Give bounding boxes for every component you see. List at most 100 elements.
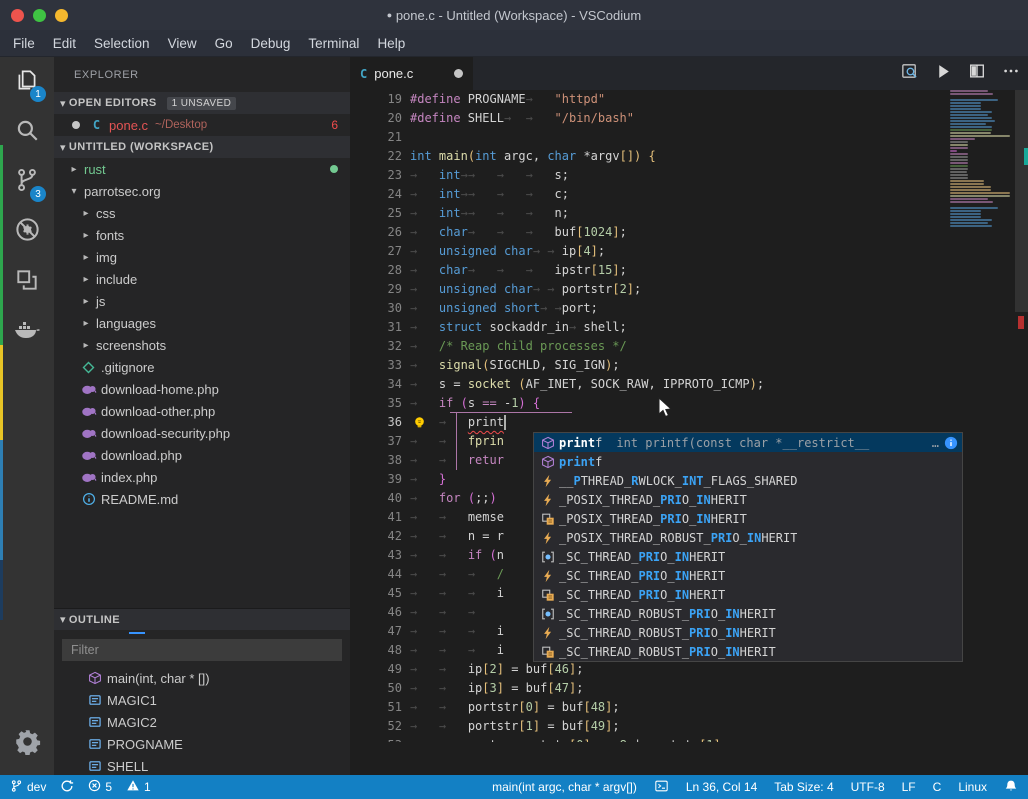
activity-search-button[interactable] [0, 107, 54, 157]
suggestion-item[interactable]: _POSIX_THREAD_ROBUST_PRIO_INHERIT [534, 528, 962, 547]
line-number[interactable]: 48 [350, 641, 402, 660]
suggestion-item[interactable]: _POSIX_THREAD_PRIO_INHERIT [534, 490, 962, 509]
lightbulb-icon[interactable] [412, 415, 427, 433]
tree-item-fonts[interactable]: ▸ fonts [54, 224, 350, 246]
line-number[interactable]: 36 [350, 413, 402, 432]
code-line[interactable]: 21 [350, 128, 1028, 147]
tree-item-download-php[interactable]: download.php [54, 444, 350, 466]
outline-item-magic2[interactable]: MAGIC2 [54, 711, 350, 733]
outline-filter-input[interactable] [62, 639, 342, 661]
line-number[interactable]: 40 [350, 489, 402, 508]
code-line[interactable]: 20 #define SHELL→ → "/bin/bash" [350, 109, 1028, 128]
status-git-branch[interactable]: dev [10, 779, 46, 796]
code-line[interactable]: 26 → char→ → → buf[1024]; [350, 223, 1028, 242]
vertical-scrollbar[interactable] [1015, 90, 1028, 742]
chevron-right-icon[interactable]: ▸ [68, 164, 80, 175]
tree-item-parrotsec-org[interactable]: ▾ parrotsec.org [54, 180, 350, 202]
outline-item-magic1[interactable]: MAGIC1 [54, 689, 350, 711]
status-terminal[interactable] [654, 779, 669, 796]
chevron-right-icon[interactable]: ▸ [80, 296, 92, 307]
line-number[interactable]: 34 [350, 375, 402, 394]
tree-item-download-security-php[interactable]: download-security.php [54, 422, 350, 444]
status-symbol-context[interactable]: main(int argc, char * argv[]) [492, 780, 637, 794]
line-number[interactable]: 53 [350, 736, 402, 742]
code-line[interactable]: 29 → unsigned char→ → portstr[2]; [350, 280, 1028, 299]
line-number[interactable]: 26 [350, 223, 402, 242]
workspace-header[interactable]: ▾ UNTITLED (WORKSPACE) [54, 136, 350, 158]
line-number[interactable]: 41 [350, 508, 402, 527]
chevron-right-icon[interactable]: ▸ [80, 208, 92, 219]
activity-debug-button[interactable] [0, 207, 54, 257]
code-line[interactable]: 19 #define PROGNAME→ "httpd" [350, 90, 1028, 109]
code-line[interactable]: 52 → → portstr[1] = buf[49]; [350, 717, 1028, 736]
tree-item-index-php[interactable]: index.php [54, 466, 350, 488]
suggestion-item[interactable]: _SC_THREAD_PRIO_INHERIT [534, 566, 962, 585]
tree-item-rust[interactable]: ▸ rust [54, 158, 350, 180]
suggestion-item[interactable]: _SC_THREAD_ROBUST_PRIO_INHERIT [534, 642, 962, 661]
activity-source-control-button[interactable]: 3 [0, 157, 54, 207]
suggestion-item[interactable]: _SC_THREAD_ROBUST_PRIO_INHERIT [534, 623, 962, 642]
line-number[interactable]: 45 [350, 584, 402, 603]
line-number[interactable]: 51 [350, 698, 402, 717]
open-editors-header[interactable]: ▾ OPEN EDITORS 1 UNSAVED [54, 92, 350, 114]
code-line[interactable]: 53 → → port = portstr[0] << 8 | portstr[1… [350, 736, 1028, 742]
code-line[interactable]: 23 → int→→ → → s; [350, 166, 1028, 185]
code-line[interactable]: 22 int main(int argc, char *argv[]) { [350, 147, 1028, 166]
tree-item-gitignore[interactable]: .gitignore [54, 356, 350, 378]
activity-explorer-button[interactable]: 1 [0, 57, 54, 107]
code-line[interactable]: 27 → unsigned char→ → ip[4]; [350, 242, 1028, 261]
suggestion-item[interactable]: _SC_THREAD_PRIO_INHERIT [534, 547, 962, 566]
split-editor-button[interactable] [968, 62, 986, 85]
tree-item-img[interactable]: ▸ img [54, 246, 350, 268]
line-number[interactable]: 21 [350, 128, 402, 147]
line-number[interactable]: 43 [350, 546, 402, 565]
line-number[interactable]: 39 [350, 470, 402, 489]
line-number[interactable]: 46 [350, 603, 402, 622]
chevron-right-icon[interactable]: ▸ [80, 252, 92, 263]
line-number[interactable]: 49 [350, 660, 402, 679]
chevron-right-icon[interactable]: ▸ [80, 274, 92, 285]
code-line[interactable]: 30 → unsigned short→ →port; [350, 299, 1028, 318]
status-sync[interactable] [60, 779, 74, 796]
code-line[interactable]: 24 → int→→ → → c; [350, 185, 1028, 204]
line-number[interactable]: 47 [350, 622, 402, 641]
line-number[interactable]: 24 [350, 185, 402, 204]
code-line[interactable]: 50 → → ip[3] = buf[47]; [350, 679, 1028, 698]
tree-item-download-home-php[interactable]: download-home.php [54, 378, 350, 400]
code-line[interactable]: 25 → int→→ → → n; [350, 204, 1028, 223]
outline-header[interactable]: ▾ OUTLINE [54, 608, 350, 630]
menu-go[interactable]: Go [206, 32, 242, 55]
suggestion-item[interactable]: _SC_THREAD_ROBUST_PRIO_INHERIT [534, 604, 962, 623]
status-tab-size[interactable]: Tab Size: 4 [774, 780, 833, 794]
tree-item-download-other-php[interactable]: download-other.php [54, 400, 350, 422]
preview-button[interactable] [900, 62, 919, 86]
activity-docker-button[interactable] [0, 307, 54, 357]
status-remote-os[interactable]: Linux [958, 780, 987, 794]
code-line[interactable]: 51 → → portstr[0] = buf[48]; [350, 698, 1028, 717]
line-number[interactable]: 31 [350, 318, 402, 337]
line-number[interactable]: 30 [350, 299, 402, 318]
tree-item-languages[interactable]: ▸ languages [54, 312, 350, 334]
menu-terminal[interactable]: Terminal [299, 32, 368, 55]
menu-debug[interactable]: Debug [242, 32, 300, 55]
tree-item-js[interactable]: ▸ js [54, 290, 350, 312]
code-line[interactable]: 31 → struct sockaddr_in→ shell; [350, 318, 1028, 337]
chevron-right-icon[interactable]: ▸ [80, 318, 92, 329]
line-number[interactable]: 38 [350, 451, 402, 470]
line-number[interactable]: 20 [350, 109, 402, 128]
status-warnings[interactable]: 1 [126, 779, 151, 795]
menu-view[interactable]: View [159, 32, 206, 55]
code-line[interactable]: 33 → signal(SIGCHLD, SIG_IGN); [350, 356, 1028, 375]
chevron-down-icon[interactable]: ▾ [68, 186, 80, 197]
tree-item-include[interactable]: ▸ include [54, 268, 350, 290]
suggestion-item[interactable]: __PTHREAD_RWLOCK_INT_FLAGS_SHARED [534, 471, 962, 490]
status-errors[interactable]: 5 [88, 779, 112, 795]
code-line[interactable]: 32 → /* Reap child processes */ [350, 337, 1028, 356]
suggestion-item[interactable]: _POSIX_THREAD_PRIO_INHERIT [534, 509, 962, 528]
line-number[interactable]: 29 [350, 280, 402, 299]
line-number[interactable]: 19 [350, 90, 402, 109]
line-number[interactable]: 50 [350, 679, 402, 698]
status-encoding[interactable]: UTF-8 [851, 780, 885, 794]
tab-pone.c[interactable]: C pone.c [350, 57, 473, 90]
line-number[interactable]: 22 [350, 147, 402, 166]
